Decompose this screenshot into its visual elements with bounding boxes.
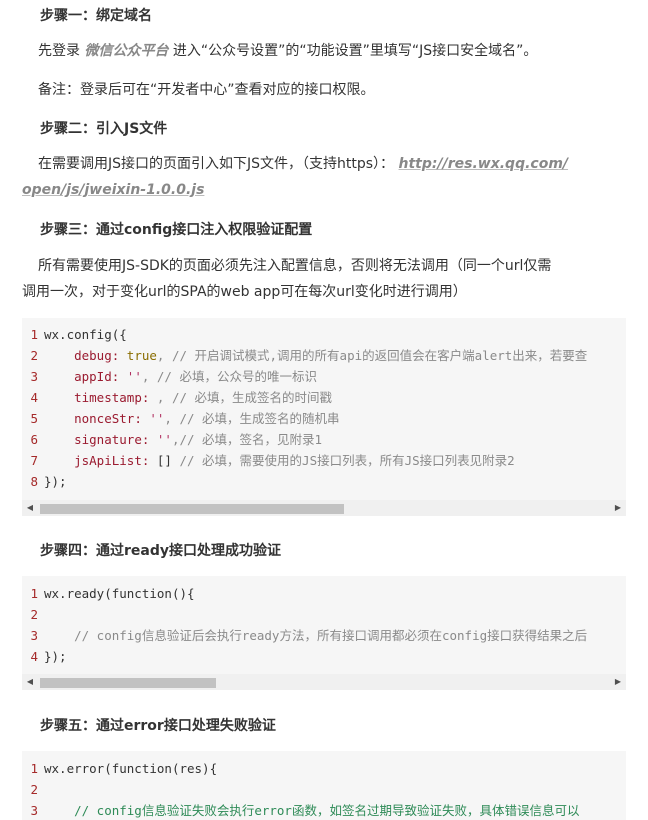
scroll-right-arrow-icon[interactable]: ▶ xyxy=(610,674,626,690)
code-line: 1 wx.config({ xyxy=(30,327,127,342)
step1-text-before: 先登录 xyxy=(38,43,80,59)
step3-text-line2: 调用一次，对于变化url的SPA的web app可在每次url变化时进行调用） xyxy=(22,284,467,300)
wechat-platform-link[interactable]: 微信公众平台 xyxy=(84,43,168,59)
horizontal-scrollbar[interactable]: ◀ ▶ xyxy=(22,500,626,516)
code-line: 2 debug: true, // 开启调试模式,调用的所有api的返回值会在客… xyxy=(30,348,588,363)
scroll-left-arrow-icon[interactable]: ◀ xyxy=(22,500,38,516)
code-line: 3 // config信息验证失败会执行error函数，如签名过期导致验证失败，… xyxy=(30,803,580,818)
code-line: 1 wx.error(function(res){ xyxy=(30,761,218,776)
code-line: 1 wx.ready(function(){ xyxy=(30,586,195,601)
step3-text-line1: 所有需要使用JS-SDK的页面必须先注入配置信息，否则将无法调用（同一个url仅… xyxy=(38,258,552,274)
step4-heading: 步骤四：通过ready接口处理成功验证 xyxy=(40,543,281,559)
code-line: 3 appId: '', // 必填，公众号的唯一标识 xyxy=(30,369,317,384)
step2-heading: 步骤二：引入JS文件 xyxy=(40,121,168,137)
scrollbar-thumb[interactable] xyxy=(40,678,216,688)
code-line: 2 xyxy=(30,607,38,622)
code-line: 8}); xyxy=(30,474,67,489)
step1-text-after: 进入“公众号设置”的“功能设置”里填写“JS接口安全域名”。 xyxy=(168,43,538,59)
scroll-left-arrow-icon[interactable]: ◀ xyxy=(22,674,38,690)
step2-text-line2: open/js/jweixin-1.0.0.js xyxy=(22,180,204,200)
step1-paragraph: 先登录 微信公众平台 进入“公众号设置”的“功能设置”里填写“JS接口安全域名”… xyxy=(38,41,537,61)
step3-heading: 步骤三：通过config接口注入权限验证配置 xyxy=(40,222,313,238)
step2-text: 在需要调用JS接口的页面引入如下JS文件，（支持https）： xyxy=(38,156,395,172)
scrollbar-thumb[interactable] xyxy=(40,504,344,514)
step1-heading: 步骤一：绑定域名 xyxy=(40,8,152,24)
code-block-ready: 1 wx.ready(function(){ 2 3 // config信息验证后… xyxy=(22,576,626,690)
code-line: 2 xyxy=(30,782,38,797)
horizontal-scrollbar[interactable]: ◀ ▶ xyxy=(22,674,626,690)
jssdk-link-part1[interactable]: http://res.wx.qq.com/ xyxy=(399,156,569,172)
step1-note: 备注：登录后可在“开发者中心”查看对应的接口权限。 xyxy=(38,82,375,98)
code-line: 3 // config信息验证后会执行ready方法，所有接口调用都必须在con… xyxy=(30,628,588,643)
code-line: 4}); xyxy=(30,649,67,664)
scroll-right-arrow-icon[interactable]: ▶ xyxy=(610,500,626,516)
code-block-config: 1 wx.config({ 2 debug: true, // 开启调试模式,调用… xyxy=(22,318,626,516)
step2-text-line1: 在需要调用JS接口的页面引入如下JS文件，（支持https）： http://r… xyxy=(38,154,568,174)
step5-heading: 步骤五：通过error接口处理失败验证 xyxy=(40,718,276,734)
code-line: 5 nonceStr: '', // 必填，生成签名的随机串 xyxy=(30,411,340,426)
code-line: 4 timestamp: , // 必填，生成签名的时间戳 xyxy=(30,390,333,405)
jssdk-link-part2[interactable]: open/js/jweixin-1.0.0.js xyxy=(22,182,204,198)
code-line: 7 jsApiList: [] // 必填，需要使用的JS接口列表，所有JS接口… xyxy=(30,453,515,468)
code-line: 6 signature: '',// 必填，签名，见附录1 xyxy=(30,432,323,447)
code-block-error: 1 wx.error(function(res){ 2 3 // config信息… xyxy=(22,751,626,820)
